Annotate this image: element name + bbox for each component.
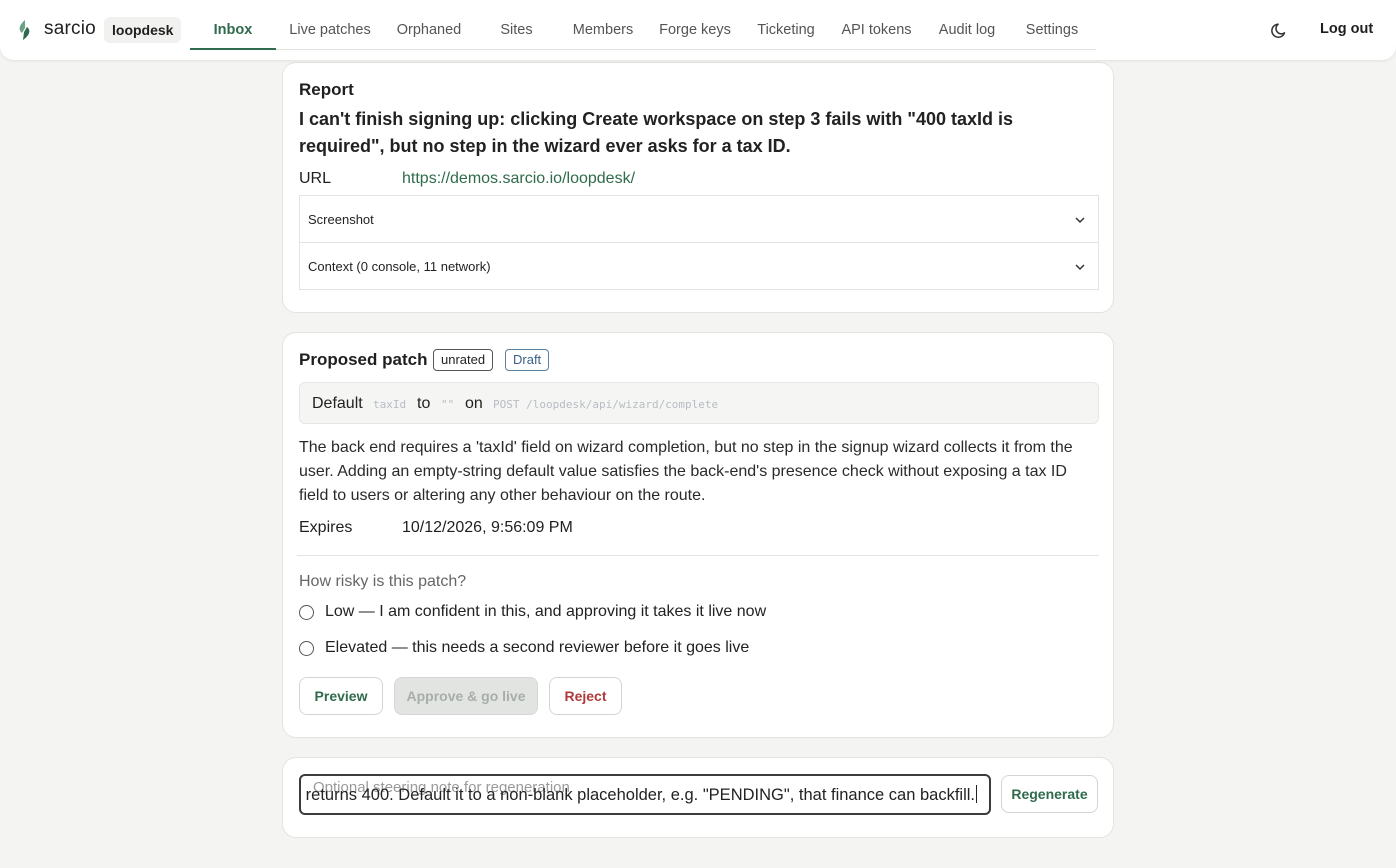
risk-option-low-label: Low — I am confident in this, and approv… [325, 603, 767, 620]
tab-sites[interactable]: Sites [493, 0, 540, 50]
moon-icon[interactable] [1270, 20, 1290, 40]
status-badge: Draft [505, 349, 550, 371]
risk-option-elevated-label: Elevated — this needs a second reviewer … [325, 639, 750, 656]
tab-audit-log[interactable]: Audit log [933, 0, 1001, 50]
regenerate-button[interactable]: Regenerate [1001, 775, 1098, 813]
steering-note-input[interactable]: Optional steering note for regeneration … [299, 774, 991, 815]
logout-button[interactable]: Log out [1320, 21, 1373, 37]
approve-go-live-button[interactable]: Approve & go live [394, 677, 538, 715]
chevron-down-icon [1075, 217, 1085, 224]
screenshot-accordion[interactable]: Screenshot [299, 195, 1099, 243]
context-accordion[interactable]: Context (0 console, 11 network) [299, 242, 1099, 290]
report-text: I can't finish signing up: clicking Crea… [299, 109, 1013, 156]
tab-forge-keys[interactable]: Forge keys [656, 0, 734, 50]
rating-badge: unrated [433, 349, 494, 371]
patch-route: POST /loopdesk/api/wizard/complete [493, 398, 719, 411]
report-url-link[interactable]: https://demos.sarcio.io/loopdesk/ [402, 170, 635, 188]
tab-live-patches[interactable]: Live patches [283, 0, 377, 50]
chevron-down-icon [1075, 264, 1085, 271]
tab-orphaned[interactable]: Orphaned [390, 0, 468, 50]
screenshot-accordion-label: Screenshot [308, 212, 374, 227]
top-bar: sarcio loopdesk Inbox Live patches Orpha… [0, 0, 1396, 60]
project-switcher[interactable]: loopdesk [104, 17, 182, 43]
patch-to-word: to [417, 395, 431, 412]
patch-description: The back end requires a 'taxId' field on… [299, 439, 1073, 504]
tab-settings[interactable]: Settings [1020, 0, 1084, 50]
sarcio-logo-icon [19, 20, 30, 40]
report-card: Report I can't finish signing up: clicki… [282, 62, 1114, 313]
steering-note-value: returns 400. Default it to a non-blank p… [305, 786, 975, 804]
tab-api-tokens[interactable]: API tokens [838, 0, 915, 50]
patch-on-word: on [465, 395, 483, 412]
report-heading: Report [299, 80, 354, 99]
divider [297, 555, 1099, 556]
expires-value: 10/12/2026, 9:56:09 PM [402, 519, 573, 536]
radio-button[interactable] [299, 641, 314, 656]
regenerate-card: Optional steering note for regeneration … [282, 757, 1114, 838]
brand-name: sarcio [44, 18, 96, 39]
preview-button[interactable]: Preview [299, 677, 383, 715]
patch-summary: Default taxId to "" on POST /loopdesk/ap… [299, 382, 1099, 424]
url-label: URL [299, 170, 332, 187]
patch-field-name: taxId [373, 398, 407, 411]
reject-button[interactable]: Reject [549, 677, 622, 715]
patch-heading: Proposed patch [299, 350, 428, 369]
proposed-patch-card: Proposed patch unrated Draft Default tax… [282, 332, 1114, 738]
radio-button[interactable] [299, 605, 314, 620]
tab-ticketing[interactable]: Ticketing [752, 0, 820, 50]
patch-default-word: Default [312, 395, 363, 412]
risk-question: How risky is this patch? [299, 573, 467, 590]
context-accordion-label: Context (0 console, 11 network) [308, 259, 491, 274]
patch-default-value: "" [441, 398, 455, 411]
tab-inbox[interactable]: Inbox [190, 0, 276, 50]
expires-label: Expires [299, 519, 353, 536]
tab-members[interactable]: Members [568, 0, 638, 50]
main-nav: Inbox Live patches Orphaned Sites Member… [190, 0, 1096, 50]
